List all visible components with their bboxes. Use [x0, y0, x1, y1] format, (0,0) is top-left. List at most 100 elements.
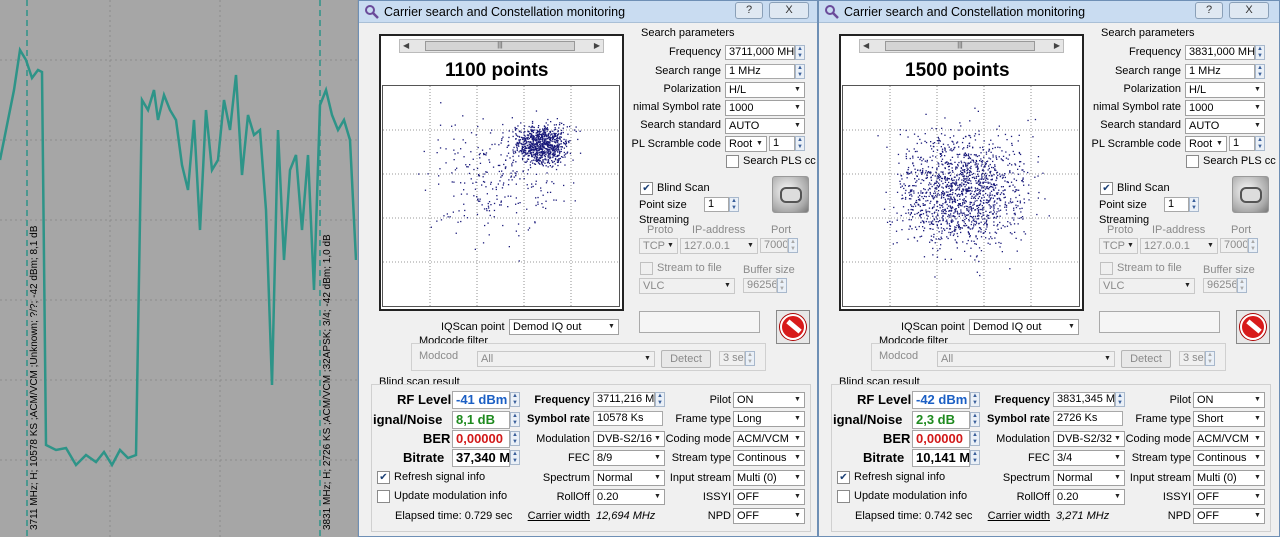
- modcode-select[interactable]: All ▼: [477, 351, 655, 367]
- detect-button[interactable]: Detect: [1121, 350, 1171, 368]
- iqscan-select[interactable]: Demod IQ out ▼: [969, 319, 1079, 335]
- port-input[interactable]: 7000: [760, 238, 788, 253]
- coding-mode-select[interactable]: ACM/VCM ▼: [733, 431, 805, 447]
- rolloff-select[interactable]: 0.20 ▼: [593, 489, 665, 505]
- scroll-thumb[interactable]: |||: [425, 41, 575, 51]
- input-stream-select[interactable]: Multi (0) ▼: [733, 470, 805, 486]
- polarization-select[interactable]: H/L ▼: [1185, 82, 1265, 98]
- scroll-left-arrow[interactable]: ◀: [403, 40, 409, 52]
- detect-button[interactable]: Detect: [661, 350, 711, 368]
- search-standard-select[interactable]: AUTO ▼: [725, 118, 805, 134]
- close-button[interactable]: X: [1229, 2, 1269, 19]
- carrier-search-window-1[interactable]: Carrier search and Constellation monitor…: [358, 0, 818, 537]
- carrier-search-window-2[interactable]: Carrier search and Constellation monitor…: [818, 0, 1280, 537]
- satellite-tuner-icon[interactable]: [772, 176, 809, 213]
- point-size-spinner[interactable]: ▲ ▼: [729, 197, 739, 212]
- frequency-spinner[interactable]: ▲ ▼: [795, 45, 805, 60]
- frequency-spinner[interactable]: ▲ ▼: [1255, 45, 1265, 60]
- carrier-width-label[interactable]: Carrier width: [969, 510, 1050, 522]
- pl-scramble-mode-select[interactable]: Root ▼: [725, 136, 767, 152]
- stop-scan-button[interactable]: [776, 310, 810, 344]
- fec-select[interactable]: 8/9 ▼: [593, 450, 665, 466]
- pl-scramble-code-input[interactable]: 1: [769, 136, 795, 151]
- title-bar[interactable]: Carrier search and Constellation monitor…: [819, 1, 1279, 23]
- close-button[interactable]: X: [769, 2, 809, 19]
- detect-timeout-spinner[interactable]: ▲ ▼: [745, 351, 755, 366]
- help-button[interactable]: ?: [735, 2, 763, 19]
- search-range-input[interactable]: 1 MHz: [1185, 64, 1255, 79]
- modcode-select[interactable]: All ▼: [937, 351, 1115, 367]
- pl-scramble-mode-select[interactable]: Root ▼: [1185, 136, 1227, 152]
- zoom-scrollbar[interactable]: ◀ ||| ▶: [859, 39, 1064, 53]
- pl-scramble-spinner[interactable]: ▲ ▼: [795, 136, 805, 151]
- frequency-input[interactable]: 3711,000 MHz: [725, 45, 795, 60]
- pilot-select[interactable]: ON ▼: [1193, 392, 1265, 408]
- ip-address-select[interactable]: 127.0.0.1 ▼: [1140, 238, 1218, 254]
- ip-address-select[interactable]: 127.0.0.1 ▼: [680, 238, 758, 254]
- port-spinner[interactable]: ▲ ▼: [1248, 238, 1258, 253]
- stream-type-select[interactable]: Continous ▼: [733, 450, 805, 466]
- spectrum-graph[interactable]: [0, 0, 357, 537]
- buffer-size-input[interactable]: 96256: [743, 278, 777, 293]
- min-symbol-rate-select[interactable]: 1000 ▼: [725, 100, 805, 116]
- pilot-select[interactable]: ON ▼: [733, 392, 805, 408]
- proto-select[interactable]: TCP ▼: [639, 238, 678, 254]
- blind-scan-checkbox[interactable]: ✔: [640, 182, 653, 195]
- frame-type-select[interactable]: Short ▼: [1193, 411, 1265, 427]
- issyi-select[interactable]: OFF ▼: [1193, 489, 1265, 505]
- proto-select[interactable]: TCP ▼: [1099, 238, 1138, 254]
- update-modulation-checkbox[interactable]: [837, 490, 850, 503]
- player-select[interactable]: VLC ▼: [1099, 278, 1195, 294]
- refresh-signal-checkbox[interactable]: ✔: [377, 471, 390, 484]
- issyi-select[interactable]: OFF ▼: [733, 489, 805, 505]
- polarization-select[interactable]: H/L ▼: [725, 82, 805, 98]
- port-input[interactable]: 7000: [1220, 238, 1248, 253]
- player-select[interactable]: VLC ▼: [639, 278, 735, 294]
- stop-scan-button[interactable]: [1236, 310, 1270, 344]
- carrier-width-label[interactable]: Carrier width: [509, 510, 590, 522]
- buffer-size-spinner[interactable]: ▲ ▼: [777, 278, 787, 293]
- spectrum-select[interactable]: Normal ▼: [1053, 470, 1125, 486]
- stream-type-select[interactable]: Continous ▼: [1193, 450, 1265, 466]
- stream-to-file-checkbox[interactable]: [1100, 262, 1113, 275]
- scroll-right-arrow[interactable]: ▶: [1054, 40, 1060, 52]
- scroll-left-arrow[interactable]: ◀: [863, 40, 869, 52]
- port-spinner[interactable]: ▲ ▼: [788, 238, 798, 253]
- help-button[interactable]: ?: [1195, 2, 1223, 19]
- detect-timeout-input[interactable]: 3 sec: [719, 351, 745, 366]
- zoom-scrollbar[interactable]: ◀ ||| ▶: [399, 39, 604, 53]
- search-pls-checkbox[interactable]: [726, 155, 739, 168]
- modulation-select[interactable]: DVB-S2/16A ▼: [593, 431, 665, 447]
- search-range-spinner[interactable]: ▲ ▼: [1255, 64, 1265, 79]
- scroll-thumb[interactable]: |||: [885, 41, 1035, 51]
- search-range-input[interactable]: 1 MHz: [725, 64, 795, 79]
- frequency-input[interactable]: 3831,000 MHz: [1185, 45, 1255, 60]
- refresh-signal-checkbox[interactable]: ✔: [837, 471, 850, 484]
- buffer-size-spinner[interactable]: ▲ ▼: [1237, 278, 1247, 293]
- point-size-spinner[interactable]: ▲ ▼: [1189, 197, 1199, 212]
- npd-select[interactable]: OFF ▼: [1193, 508, 1265, 524]
- coding-mode-select[interactable]: ACM/VCM ▼: [1193, 431, 1265, 447]
- detect-timeout-input[interactable]: 3 sec: [1179, 351, 1205, 366]
- title-bar[interactable]: Carrier search and Constellation monitor…: [359, 1, 817, 23]
- point-size-input[interactable]: 1: [704, 197, 729, 212]
- modulation-select[interactable]: DVB-S2/32A ▼: [1053, 431, 1125, 447]
- satellite-tuner-icon[interactable]: [1232, 176, 1269, 213]
- iqscan-select[interactable]: Demod IQ out ▼: [509, 319, 619, 335]
- frame-type-select[interactable]: Long ▼: [733, 411, 805, 427]
- fec-select[interactable]: 3/4 ▼: [1053, 450, 1125, 466]
- pl-scramble-code-input[interactable]: 1: [1229, 136, 1255, 151]
- search-pls-checkbox[interactable]: [1186, 155, 1199, 168]
- npd-select[interactable]: OFF ▼: [733, 508, 805, 524]
- buffer-size-input[interactable]: 96256: [1203, 278, 1237, 293]
- search-standard-select[interactable]: AUTO ▼: [1185, 118, 1265, 134]
- pl-scramble-spinner[interactable]: ▲ ▼: [1255, 136, 1265, 151]
- rolloff-select[interactable]: 0.20 ▼: [1053, 489, 1125, 505]
- stream-to-file-checkbox[interactable]: [640, 262, 653, 275]
- point-size-input[interactable]: 1: [1164, 197, 1189, 212]
- update-modulation-checkbox[interactable]: [377, 490, 390, 503]
- spectrum-select[interactable]: Normal ▼: [593, 470, 665, 486]
- input-stream-select[interactable]: Multi (0) ▼: [1193, 470, 1265, 486]
- spectrum-panel[interactable]: 3711 MHz; H; 10578 KS ;ACM/VCM ;Unknown;…: [0, 0, 357, 537]
- scroll-right-arrow[interactable]: ▶: [594, 40, 600, 52]
